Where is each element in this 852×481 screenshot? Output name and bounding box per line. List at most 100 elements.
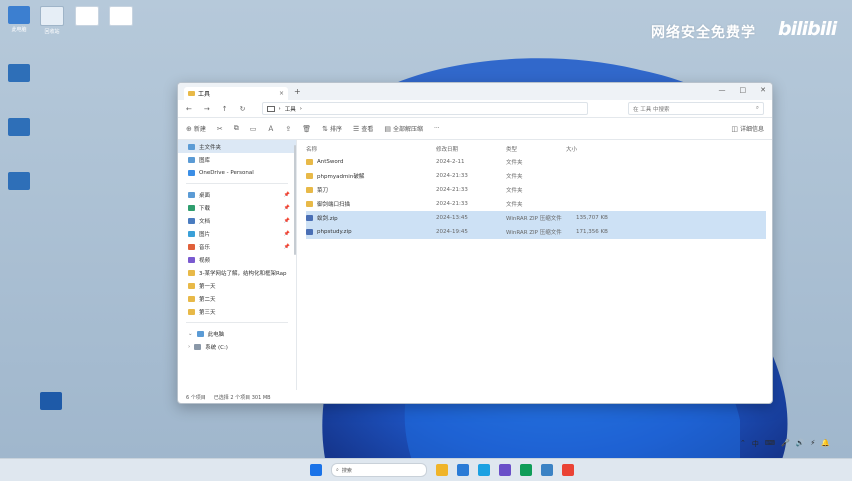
column-type[interactable]: 类型 [506,145,566,153]
sort-label: 排序 [330,126,343,133]
desktop-icon-7[interactable] [2,172,36,192]
taskbar-app-icon[interactable] [478,464,490,476]
nav-item-day1[interactable]: 第一天 [178,279,296,292]
details-icon: ◫ [731,124,738,133]
close-tab-icon[interactable]: × [279,90,284,97]
search-input[interactable]: 在 工具 中搜索 ⌕ [628,102,764,115]
view-button[interactable]: ☰ 查看 [353,124,373,134]
keyboard-icon[interactable]: ⌨ [765,439,775,449]
monitor-icon [266,105,275,112]
notification-icon[interactable]: 🔔 [821,439,830,449]
desktop-icon-8[interactable] [34,392,68,412]
app-icon [8,172,30,190]
extract-all-button[interactable]: ▤ 全部解压缩 [384,124,423,134]
taskbar-app-icon[interactable] [562,464,574,476]
file-row[interactable]: phpstudy.zip 2024-19:45 WinRAR ZIP 压缩文件 … [306,225,766,239]
nav-item-folder[interactable]: 3-某学网站了解，结构化和框架Rap [178,266,296,279]
nav-item-downloads[interactable]: 下载 📌 [178,201,296,214]
folder-icon [306,173,313,179]
nav-item-music[interactable]: 音乐 📌 [178,240,296,253]
file-row[interactable]: 御剑端口扫描 2024-21:33 文件夹 [306,197,766,211]
file-date: 2024-21:33 [436,201,468,207]
column-date[interactable]: 修改日期 [436,145,506,153]
share-button[interactable]: ⇪ [285,125,291,133]
column-headers: 名称 修改日期 类型 大小 [306,143,766,155]
nav-scrollbar[interactable] [294,145,296,255]
sort-button[interactable]: ⇅ 排序 [322,124,343,134]
trash-icon: 🗑 [302,124,312,133]
nav-item-drive-c[interactable]: › 系统 (C:) [178,340,296,353]
nav-item-videos[interactable]: 视频 [178,253,296,266]
windows-start-icon[interactable] [310,464,322,476]
nav-item-documents[interactable]: 文档 📌 [178,214,296,227]
details-pane-button[interactable]: ◫ 详细信息 [731,124,764,134]
cloud-icon [188,169,195,176]
app-icon [40,392,62,410]
maximize-button[interactable]: □ [740,86,747,94]
taskbar-search[interactable]: ⌕ 搜索 [331,463,427,477]
navigation-pane: 主文件夹 图库 OneDrive - Personal 桌面 📌 下载 📌 文档 📌 … [178,140,297,390]
nav-item-home[interactable]: 主文件夹 [178,140,296,153]
file-row[interactable]: 蚁剑.zip 2024-13:45 WinRAR ZIP 压缩文件 135,70… [306,211,766,225]
rename-button[interactable]: Ａ [267,124,274,134]
back-button[interactable]: ← [186,105,192,113]
nav-item-day3[interactable]: 第三天 [178,305,296,318]
tab-tools[interactable]: 工具 × [184,87,288,100]
taskbar-app-icon[interactable] [436,464,448,476]
desktop-icon-this-pc[interactable]: 此电脑 [2,6,36,33]
nav-item-pictures[interactable]: 图片 📌 [178,227,296,240]
file-row[interactable]: phpmyadmin破解 2024-21:33 文件夹 [306,169,766,183]
volume-icon[interactable]: 🔊 [796,439,805,449]
battery-icon[interactable]: ⚡ [810,439,815,449]
ime-indicator[interactable]: 中 [752,439,759,449]
nav-item-label: 此电脑 [207,331,225,338]
chevron-down-icon[interactable]: ⌄ [188,331,193,337]
new-label: 新建 [193,126,206,133]
paste-button[interactable]: ▭ [250,125,257,133]
up-button[interactable]: ↑ [222,105,228,113]
cut-button[interactable]: ✂ [217,125,223,133]
command-bar: ⊕ 新建 ✂ ⧉ ▭ Ａ ⇪ 🗑 ⇅ 排序 ☰ 查看 ▤ 全部解压缩 ··· ◫ 详细信息 [178,118,772,140]
desktop-icon-recycle-bin[interactable]: 回收站 [35,6,69,35]
new-tab-button[interactable]: + [294,87,301,96]
desktop-icon-5[interactable] [2,64,36,84]
new-button[interactable]: ⊕ 新建 [186,124,206,134]
file-row[interactable]: 菜刀 2024-21:33 文件夹 [306,183,766,197]
microphone-icon[interactable]: 🎤 [781,439,790,449]
nav-item-label: 第二天 [199,296,216,303]
nav-item-this-pc[interactable]: ⌄ 此电脑 [178,327,296,340]
nav-item-gallery[interactable]: 图库 [178,153,296,166]
zip-archive-icon [306,215,313,221]
taskbar-app-icon[interactable] [520,464,532,476]
refresh-button[interactable]: ↻ [240,105,246,113]
column-size[interactable]: 大小 [566,145,606,153]
nav-item-onedrive[interactable]: OneDrive - Personal [178,166,296,179]
chevron-right-icon[interactable]: › [188,344,190,350]
file-type: WinRAR ZIP 压缩文件 [506,216,562,222]
nav-item-day2[interactable]: 第二天 [178,292,296,305]
video-icon [188,256,195,263]
file-type: 文件夹 [506,202,523,208]
desktop-icon-6[interactable] [2,118,36,138]
column-name[interactable]: 名称 [306,145,436,153]
forward-button[interactable]: → [204,105,210,113]
copy-button[interactable]: ⧉ [234,124,239,133]
more-button[interactable]: ··· [434,125,440,132]
file-name: AntSword [317,159,344,165]
file-row[interactable]: AntSword 2024-2-11 文件夹 [306,155,766,169]
breadcrumb-folder[interactable]: 工具 [285,105,296,113]
monitor-icon [196,330,204,337]
tray-overflow-icon[interactable]: ⌃ [740,439,746,449]
desktop-icon-4[interactable] [104,6,138,28]
close-window-button[interactable]: ✕ [760,86,766,94]
taskbar-app-icon[interactable] [499,464,511,476]
desktop-icon-3[interactable] [70,6,104,28]
pin-icon: 📌 [283,217,290,224]
minimize-button[interactable]: — [719,86,726,94]
address-bar[interactable]: › 工具 › [261,102,588,115]
taskbar-app-icon[interactable] [541,464,553,476]
taskbar-app-icon[interactable] [457,464,469,476]
nav-item-desktop[interactable]: 桌面 📌 [178,188,296,201]
nav-item-label: 第一天 [199,283,216,290]
delete-button[interactable]: 🗑 [302,125,311,133]
